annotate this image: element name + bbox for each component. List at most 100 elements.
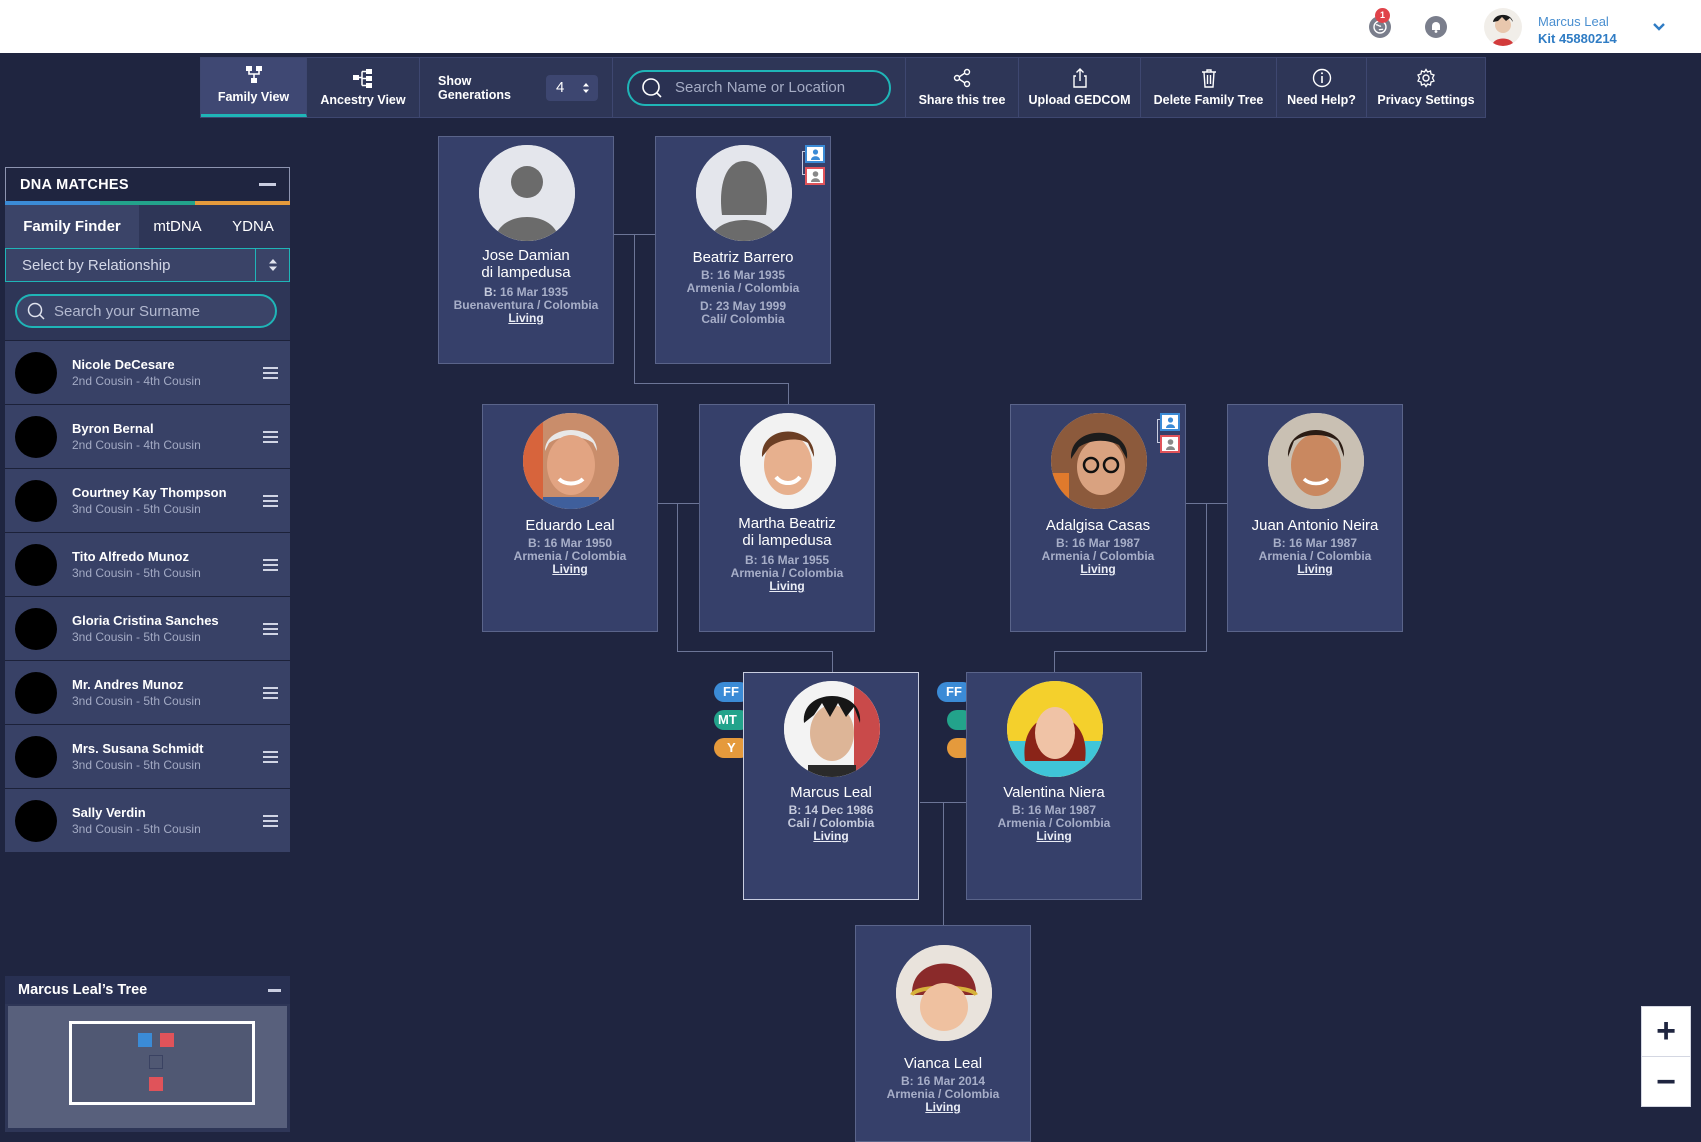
tree-search-input[interactable]: [675, 79, 875, 96]
drag-handle-icon[interactable]: [263, 559, 278, 574]
person-card-vianca[interactable]: Vianca Leal B: 16 Mar 2014 Armenia / Col…: [855, 925, 1031, 1142]
select-arrows-icon[interactable]: [255, 249, 289, 281]
male-sibling-icon[interactable]: [1160, 413, 1180, 431]
upload-icon: [1072, 68, 1087, 88]
match-relationship: 3nd Cousin - 5th Cousin: [72, 694, 201, 708]
share-tree-label: Share this tree: [918, 93, 1006, 107]
person-status-link[interactable]: Living: [483, 562, 657, 576]
zoom-out-button[interactable]: −: [1642, 1057, 1690, 1107]
person-deathplace: Cali/ Colombia: [701, 312, 785, 326]
top-bar: 1 Marcus Leal Kit 45880214: [0, 0, 1701, 53]
upload-gedcom-button[interactable]: Upload GEDCOM: [1019, 58, 1141, 117]
drag-handle-icon[interactable]: [263, 431, 278, 446]
person-name: Beatriz Barrero: [692, 249, 794, 266]
help-button[interactable]: Need Help?: [1277, 58, 1367, 117]
person-status-link[interactable]: Living: [700, 579, 874, 593]
female-silhouette-avatar: [696, 145, 792, 241]
tab-family-finder[interactable]: Family Finder: [5, 205, 139, 248]
juan-photo: [1268, 413, 1364, 509]
zoom-in-button[interactable]: +: [1642, 1007, 1690, 1057]
person-card-valentina[interactable]: Valentina Niera B: 16 Mar 1987 Armenia /…: [966, 672, 1142, 900]
relationship-select[interactable]: Select by Relationship: [5, 248, 290, 282]
person-status-link[interactable]: Living: [856, 1100, 1030, 1114]
avatar: [15, 799, 57, 842]
female-sibling-icon[interactable]: [1160, 435, 1180, 453]
drag-handle-icon[interactable]: [263, 687, 278, 702]
match-row[interactable]: Nicole DeCesare 2nd Cousin - 4th Cousin: [5, 340, 290, 404]
chevron-down-icon[interactable]: [1652, 22, 1666, 32]
person-card-jose[interactable]: Jose Damian di lampedusa B: 16 Mar 1935 …: [438, 136, 614, 364]
stepper-arrows-icon[interactable]: [582, 82, 590, 94]
mini-tree-viewport[interactable]: [69, 1021, 255, 1105]
share-tree-button[interactable]: Share this tree: [906, 58, 1019, 117]
person-status-link[interactable]: Living: [439, 311, 613, 325]
surname-search-input[interactable]: [54, 302, 264, 320]
avatar: [15, 543, 57, 586]
match-name: Gloria Cristina Sanches: [72, 613, 219, 628]
match-row[interactable]: Byron Bernal 2nd Cousin - 4th Cousin: [5, 404, 290, 468]
valentina-photo: [1007, 681, 1103, 777]
avatar: [15, 735, 57, 778]
match-row[interactable]: Courtney Kay Thompson 3nd Cousin - 5th Co…: [5, 468, 290, 532]
person-card-beatriz[interactable]: Beatriz Barrero B: 16 Mar 1935 Armenia /…: [655, 136, 831, 364]
tab-mtdna[interactable]: mtDNA: [139, 205, 216, 248]
match-row[interactable]: Gloria Cristina Sanches 3nd Cousin - 5th …: [5, 596, 290, 660]
surname-search-box[interactable]: [15, 294, 277, 328]
generations-stepper[interactable]: 4: [546, 74, 598, 101]
match-name: Sally Verdin: [72, 805, 146, 820]
info-icon: [1312, 68, 1331, 88]
collapse-icon[interactable]: [268, 988, 281, 992]
person-status-link[interactable]: Living: [1011, 562, 1185, 576]
delete-tree-label: Delete Family Tree: [1153, 93, 1264, 107]
family-view-label: Family View: [217, 90, 290, 104]
dna-matches-panel: DNA MATCHES Family Finder mtDNA YDNA Sel…: [5, 167, 290, 852]
mini-tree-panel: Marcus Leal’s Tree: [5, 976, 290, 1132]
match-row[interactable]: Sally Verdin 3nd Cousin - 5th Cousin: [5, 788, 290, 852]
drag-handle-icon[interactable]: [263, 367, 278, 382]
ancestry-view-button[interactable]: Ancestry View: [307, 58, 420, 117]
bell-icon[interactable]: [1425, 16, 1447, 38]
person-name: Marcus Leal: [790, 784, 872, 801]
person-card-eduardo[interactable]: Eduardo Leal B: 16 Mar 1950 Armenia / Co…: [482, 404, 658, 632]
notification-badge: 1: [1375, 8, 1390, 23]
user-name[interactable]: Marcus Leal: [1538, 14, 1609, 29]
collapse-icon[interactable]: [259, 183, 276, 186]
adalgisa-photo: [1051, 413, 1147, 509]
drag-handle-icon[interactable]: [263, 495, 278, 510]
privacy-settings-button[interactable]: Privacy Settings: [1367, 58, 1485, 117]
tab-ydna[interactable]: YDNA: [216, 205, 290, 248]
delete-tree-button[interactable]: Delete Family Tree: [1141, 58, 1277, 117]
female-sibling-icon[interactable]: [805, 167, 825, 185]
person-card-juan[interactable]: Juan Antonio Neira B: 16 Mar 1987 Armeni…: [1227, 404, 1403, 632]
family-view-icon: [245, 66, 262, 83]
person-card-marcus[interactable]: Marcus Leal B: 14 Dec 1986 Cali / Colomb…: [743, 672, 919, 900]
person-name: Martha Beatriz di lampedusa: [738, 515, 836, 549]
person-name: Valentina Niera: [1003, 784, 1105, 801]
avatar: [15, 479, 57, 522]
male-silhouette-avatar: [479, 145, 575, 241]
upload-gedcom-label: Upload GEDCOM: [1028, 93, 1131, 107]
drag-handle-icon[interactable]: [263, 815, 278, 830]
drag-handle-icon[interactable]: [263, 623, 278, 638]
person-status-link[interactable]: Living: [1228, 562, 1402, 576]
match-name: Tito Alfredo Munoz: [72, 549, 189, 564]
user-kit-number[interactable]: Kit 45880214: [1538, 31, 1617, 46]
dna-match-list: Nicole DeCesare 2nd Cousin - 4th Cousin B…: [5, 340, 290, 852]
person-card-martha[interactable]: Martha Beatriz di lampedusa B: 16 Mar 19…: [699, 404, 875, 632]
person-status-link[interactable]: Living: [967, 829, 1141, 843]
person-status-link[interactable]: Living: [744, 829, 918, 843]
help-label: Need Help?: [1287, 93, 1356, 107]
male-sibling-icon[interactable]: [805, 145, 825, 163]
avatar: [15, 607, 57, 650]
match-row[interactable]: Mr. Andres Munoz 3nd Cousin - 5th Cousin: [5, 660, 290, 724]
mini-node: [138, 1033, 152, 1047]
person-card-adalgisa[interactable]: Adalgisa Casas B: 16 Mar 1987 Armenia / …: [1010, 404, 1186, 632]
tree-search-box[interactable]: [627, 69, 891, 106]
person-birthplace: Armenia / Colombia: [686, 281, 800, 295]
match-row[interactable]: Mrs. Susana Schmidt 3nd Cousin - 5th Cous…: [5, 724, 290, 788]
family-view-button[interactable]: Family View: [201, 58, 307, 117]
match-row[interactable]: Tito Alfredo Munoz 3nd Cousin - 5th Cousi…: [5, 532, 290, 596]
drag-handle-icon[interactable]: [263, 751, 278, 766]
user-avatar[interactable]: [1484, 8, 1522, 46]
mini-tree-map[interactable]: [8, 1006, 287, 1128]
